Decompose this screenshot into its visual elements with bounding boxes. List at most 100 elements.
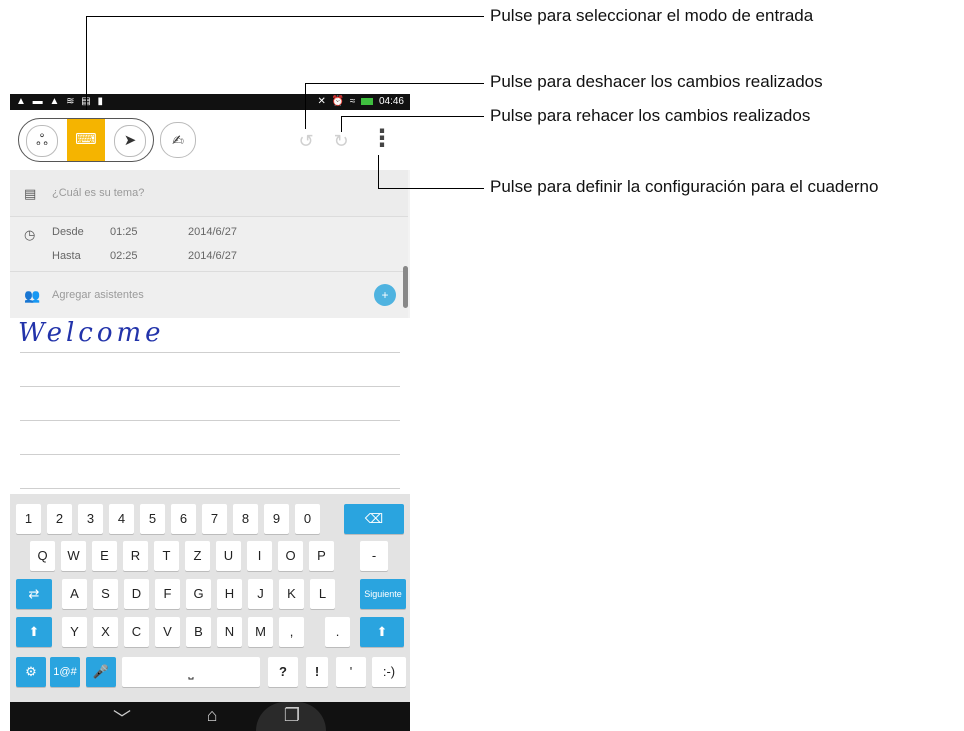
soft-keyboard: 1 2 3 4 5 6 7 8 9 0 ⌫ Q W E R T Z U I O … bbox=[10, 494, 410, 702]
callout-line-redo bbox=[341, 116, 342, 132]
wifi-icon: ≈ bbox=[349, 96, 356, 107]
add-attendee-icon[interactable]: + bbox=[374, 284, 396, 306]
callout-line-undo bbox=[305, 83, 306, 129]
ruled-line bbox=[20, 454, 400, 455]
ruled-line bbox=[20, 386, 400, 387]
key-x[interactable]: X bbox=[93, 617, 118, 647]
attendees-row[interactable]: 👥 Agregar asistentes + bbox=[10, 272, 408, 319]
handwritten-text: Welcome bbox=[18, 318, 165, 348]
from-time[interactable]: 01:25 bbox=[110, 226, 138, 238]
key-u[interactable]: U bbox=[216, 541, 241, 571]
key-r[interactable]: R bbox=[123, 541, 148, 571]
clock-icon: ◷ bbox=[24, 227, 36, 242]
key-5[interactable]: 5 bbox=[140, 504, 165, 534]
shift-left-icon[interactable]: ⬆ bbox=[16, 617, 52, 647]
back-icon[interactable]: ﹀ bbox=[102, 705, 142, 731]
key-9[interactable]: 9 bbox=[264, 504, 289, 534]
status-time: 04:46 bbox=[378, 96, 404, 107]
key-a[interactable]: A bbox=[62, 579, 87, 609]
key-c[interactable]: C bbox=[124, 617, 149, 647]
key-w[interactable]: W bbox=[61, 541, 86, 571]
keyboard-mode-icon[interactable]: ⌨ bbox=[67, 119, 105, 161]
key-v[interactable]: V bbox=[155, 617, 180, 647]
home-icon[interactable]: ⌂ bbox=[192, 705, 232, 726]
key-exclaim[interactable]: ! bbox=[306, 657, 328, 687]
key-b[interactable]: B bbox=[186, 617, 211, 647]
note-canvas[interactable]: Welcome bbox=[10, 318, 410, 494]
key-q[interactable]: Q bbox=[30, 541, 55, 571]
alarm-icon: ⏰ bbox=[331, 96, 345, 107]
key-m[interactable]: M bbox=[248, 617, 273, 647]
status-bar: ▲ ▬ ▲ ≋ ▤ ▮ ✕ ⏰ ≈ 04:46 bbox=[10, 94, 410, 110]
navigation-bar: ﹀ ⌂ ❐ bbox=[10, 702, 410, 731]
from-date[interactable]: 2014/6/27 bbox=[188, 226, 237, 238]
key-4[interactable]: 4 bbox=[109, 504, 134, 534]
key-o[interactable]: O bbox=[278, 541, 303, 571]
note-toolbar: ஃ ⌨ ➤ ✍ ↺ ↻ ⋮ bbox=[10, 110, 410, 170]
callout-input-mode: Pulse para seleccionar el modo de entrad… bbox=[490, 6, 814, 25]
key-2[interactable]: 2 bbox=[47, 504, 72, 534]
callout-line-settings-h bbox=[378, 188, 484, 189]
callout-redo: Pulse para rehacer los cambios realizado… bbox=[490, 106, 811, 125]
time-row: ◷ Desde 01:25 2014/6/27 Hasta 02:25 2014… bbox=[10, 217, 408, 272]
callout-line-settings bbox=[378, 155, 379, 188]
key-i[interactable]: I bbox=[247, 541, 272, 571]
overflow-menu-icon[interactable]: ⋮ bbox=[370, 124, 394, 154]
no-signal-icon: ✕ bbox=[317, 96, 326, 107]
recent-apps-icon[interactable]: ❐ bbox=[272, 705, 312, 726]
attendees-input[interactable]: Agregar asistentes bbox=[52, 289, 144, 301]
next-key[interactable]: Siguiente bbox=[360, 579, 406, 609]
key-0[interactable]: 0 bbox=[295, 504, 320, 534]
smiley-key[interactable]: :-) bbox=[372, 657, 406, 687]
key-t[interactable]: T bbox=[154, 541, 179, 571]
key-1[interactable]: 1 bbox=[16, 504, 41, 534]
key-e[interactable]: E bbox=[92, 541, 117, 571]
settings-key-icon[interactable]: ⚙ bbox=[16, 657, 46, 687]
key-p[interactable]: P bbox=[309, 541, 334, 571]
key-question[interactable]: ? bbox=[268, 657, 298, 687]
redo-icon[interactable]: ↻ bbox=[330, 130, 352, 152]
key-y[interactable]: Y bbox=[62, 617, 87, 647]
key-k[interactable]: K bbox=[279, 579, 304, 609]
key-7[interactable]: 7 bbox=[202, 504, 227, 534]
undo-icon[interactable]: ↺ bbox=[295, 130, 317, 152]
callout-line-undo-h bbox=[305, 83, 484, 84]
key-comma[interactable]: , bbox=[279, 617, 304, 647]
key-dash[interactable]: - bbox=[360, 541, 388, 571]
topic-row[interactable]: ▤ ¿Cuál es su tema? bbox=[10, 170, 408, 217]
key-s[interactable]: S bbox=[93, 579, 118, 609]
key-f[interactable]: F bbox=[155, 579, 180, 609]
status-right: ✕ ⏰ ≈ 04:46 bbox=[315, 96, 405, 107]
space-key[interactable]: ⎵ bbox=[122, 657, 260, 687]
scrollbar[interactable] bbox=[403, 266, 408, 308]
ruled-line bbox=[20, 352, 400, 353]
status-notification-icons: ▲ ▬ ▲ ≋ ▤ ▮ bbox=[16, 96, 106, 107]
input-mode-selector[interactable]: ஃ ⌨ ➤ bbox=[18, 118, 154, 162]
mic-key-icon[interactable]: 🎤 bbox=[86, 657, 116, 687]
key-apostrophe[interactable]: ' bbox=[336, 657, 366, 687]
doodle-mode-icon[interactable]: ➤ bbox=[114, 125, 146, 157]
key-3[interactable]: 3 bbox=[78, 504, 103, 534]
key-z[interactable]: Z bbox=[185, 541, 210, 571]
symbols-key[interactable]: 1@# bbox=[50, 657, 80, 687]
key-h[interactable]: H bbox=[217, 579, 242, 609]
pen-settings-icon[interactable]: ✍ bbox=[160, 122, 196, 158]
handwriting-mode-icon[interactable]: ஃ bbox=[26, 125, 58, 157]
key-6[interactable]: 6 bbox=[171, 504, 196, 534]
to-time[interactable]: 02:25 bbox=[110, 250, 138, 262]
key-period[interactable]: . bbox=[325, 617, 350, 647]
topic-icon: ▤ bbox=[24, 186, 37, 201]
shift-right-icon[interactable]: ⬆ bbox=[360, 617, 404, 647]
callout-line-input-mode-h bbox=[86, 16, 484, 17]
key-n[interactable]: N bbox=[217, 617, 242, 647]
topic-input[interactable]: ¿Cuál es su tema? bbox=[52, 187, 144, 199]
to-date[interactable]: 2014/6/27 bbox=[188, 250, 237, 262]
key-j[interactable]: J bbox=[248, 579, 273, 609]
from-label: Desde bbox=[52, 226, 84, 238]
key-d[interactable]: D bbox=[124, 579, 149, 609]
tab-key-icon[interactable]: ⇄ bbox=[16, 579, 52, 609]
backspace-key-icon[interactable]: ⌫ bbox=[344, 504, 404, 534]
key-8[interactable]: 8 bbox=[233, 504, 258, 534]
key-l[interactable]: L bbox=[310, 579, 335, 609]
key-g[interactable]: G bbox=[186, 579, 211, 609]
